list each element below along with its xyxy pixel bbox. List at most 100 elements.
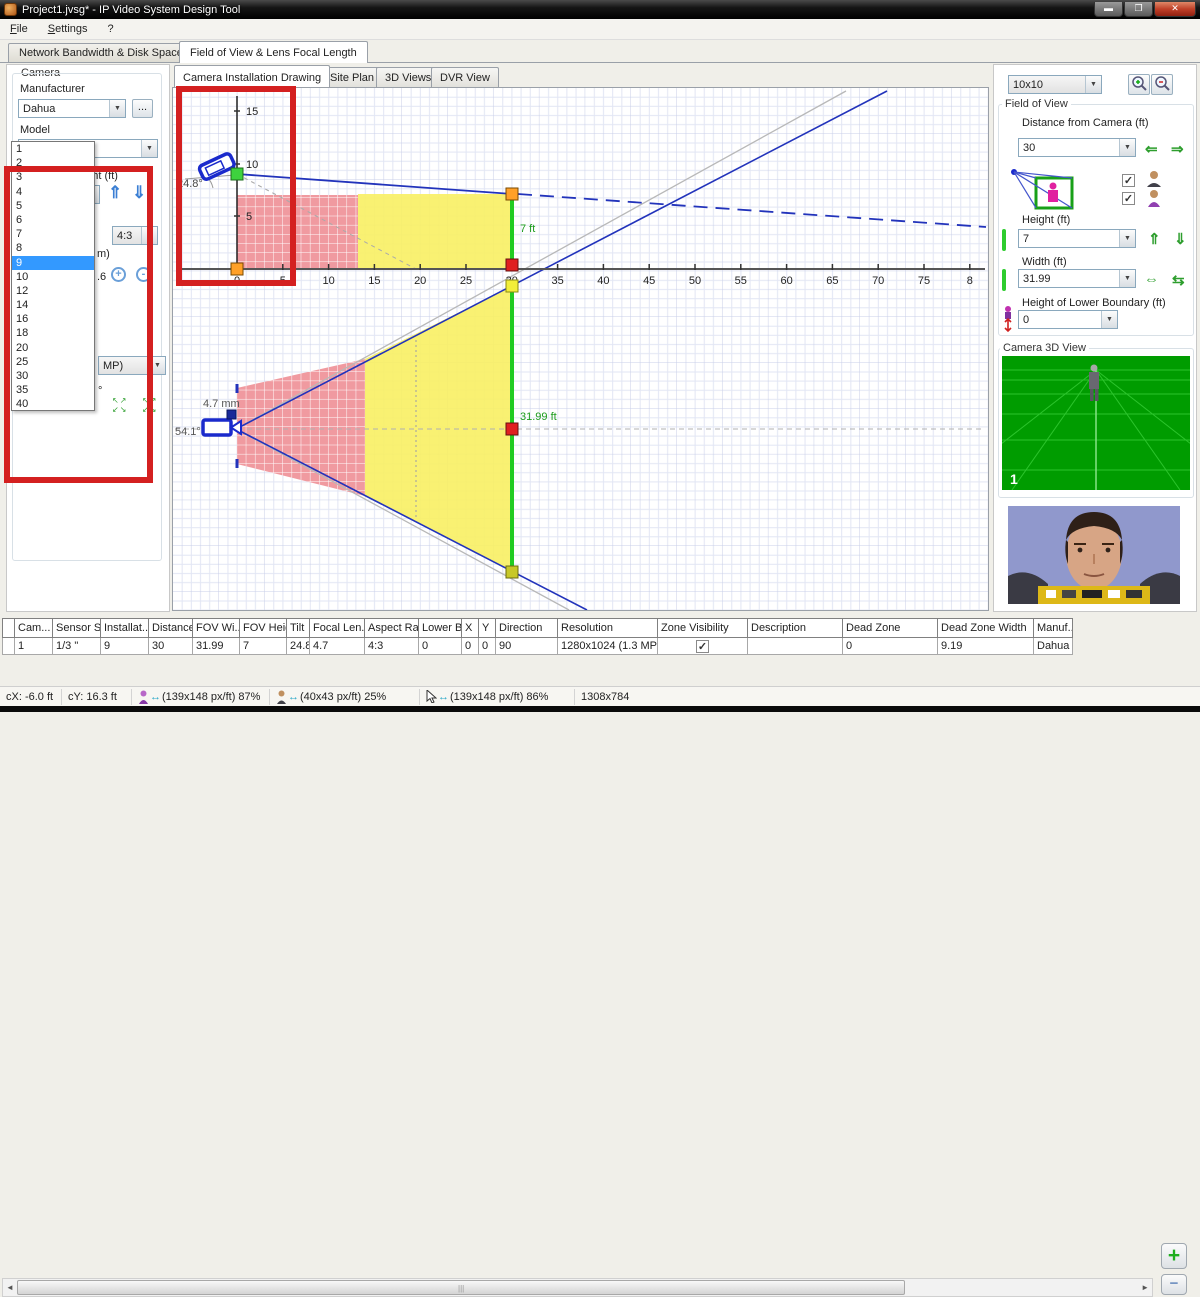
table-cell[interactable]: 0: [843, 638, 938, 655]
zoom-in-button[interactable]: [1128, 74, 1150, 95]
table-cell[interactable]: 31.99: [193, 638, 240, 655]
dropdown-option-9[interactable]: 9: [12, 256, 94, 270]
browse-manufacturer-button[interactable]: ...: [132, 99, 153, 118]
dropdown-option-35[interactable]: 35: [12, 383, 94, 397]
column-header-row-selector[interactable]: [3, 619, 15, 638]
menu-help[interactable]: ?: [98, 21, 124, 37]
dropdown-option-10[interactable]: 10: [12, 270, 94, 284]
table-cell[interactable]: 7: [240, 638, 287, 655]
dropdown-option-4[interactable]: 4: [12, 185, 94, 199]
column-header-Resolution[interactable]: Resolution: [558, 619, 658, 638]
dropdown-option-40[interactable]: 40: [12, 397, 94, 411]
show-woman-checkbox[interactable]: ✓: [1122, 192, 1135, 205]
dropdown-option-3[interactable]: 3: [12, 170, 94, 184]
table-cell[interactable]: [748, 638, 843, 655]
table-cell[interactable]: 1: [15, 638, 53, 655]
table-scrollbar[interactable]: ◄ ||| ►: [2, 1278, 1153, 1297]
grid-size-select[interactable]: 10x10▼: [1008, 75, 1102, 94]
camera-height-handle[interactable]: [231, 168, 243, 180]
dropdown-option-5[interactable]: 5: [12, 199, 94, 213]
table-cell[interactable]: 9: [101, 638, 149, 655]
column-header-Y[interactable]: Y: [479, 619, 496, 638]
dropdown-option-1[interactable]: 1: [12, 142, 94, 156]
column-header-Cam...[interactable]: Cam... ▲: [15, 619, 53, 638]
column-header-Dead Zone[interactable]: Dead Zone: [843, 619, 938, 638]
fov-width-select[interactable]: 31.99▼: [1018, 269, 1136, 288]
table-cell[interactable]: 0: [479, 638, 496, 655]
pan-arrows-icon[interactable]: ↖↗↙↘: [112, 396, 134, 414]
scrollbar-thumb[interactable]: |||: [17, 1280, 905, 1295]
side-top-handle[interactable]: [506, 188, 518, 200]
manufacturer-select[interactable]: Dahua▼: [18, 99, 126, 118]
table-cell[interactable]: 9.19: [938, 638, 1034, 655]
distance-decrease-button[interactable]: ⇐: [1145, 140, 1158, 158]
dropdown-option-8[interactable]: 8: [12, 241, 94, 255]
focal-handle[interactable]: [227, 410, 236, 419]
tab-site-plan[interactable]: Site Plan: [321, 67, 383, 87]
height-up-button[interactable]: ⇑: [108, 184, 122, 201]
dropdown-option-18[interactable]: 18: [12, 326, 94, 340]
table-cell[interactable]: 30: [149, 638, 193, 655]
remove-camera-button[interactable]: −: [1161, 1274, 1187, 1295]
table-cell[interactable]: 90: [496, 638, 558, 655]
close-button[interactable]: ✕: [1154, 2, 1196, 17]
dropdown-option-6[interactable]: 6: [12, 213, 94, 227]
column-header-Installat...[interactable]: Installat...: [101, 619, 149, 638]
table-cell[interactable]: 0: [419, 638, 462, 655]
side-bottom-handle[interactable]: [506, 259, 518, 271]
dropdown-option-16[interactable]: 16: [12, 312, 94, 326]
scroll-right-icon[interactable]: ►: [1141, 1283, 1149, 1292]
dropdown-option-12[interactable]: 12: [12, 284, 94, 298]
width-shrink-button[interactable]: ⇆: [1172, 271, 1185, 289]
table-cell[interactable]: 24.8: [287, 638, 310, 655]
lower-boundary-select[interactable]: 0▼: [1018, 310, 1118, 329]
scroll-left-icon[interactable]: ◄: [6, 1283, 14, 1292]
table-cell[interactable]: 4:3: [365, 638, 419, 655]
table-cell[interactable]: 0: [462, 638, 479, 655]
column-header-Description[interactable]: Description: [748, 619, 843, 638]
table-cell[interactable]: 1/3 ": [53, 638, 101, 655]
distance-select[interactable]: 30▼: [1018, 138, 1136, 157]
distance-increase-button[interactable]: ⇒: [1171, 140, 1184, 158]
table-cell[interactable]: Dahua: [1034, 638, 1073, 655]
dropdown-option-25[interactable]: 25: [12, 355, 94, 369]
tilt-arrows-icon[interactable]: ↖↗↙↘: [142, 396, 164, 414]
tab-field-of-view[interactable]: Field of View & Lens Focal Length: [179, 41, 368, 63]
column-header-Lower Bou...[interactable]: Lower Bou...: [419, 619, 462, 638]
height-down-button[interactable]: ⇓: [132, 184, 146, 201]
add-camera-button[interactable]: +: [1161, 1243, 1187, 1269]
width-expand-button[interactable]: ⇔: [1144, 271, 1159, 288]
tab-dvr-view[interactable]: DVR View: [431, 67, 499, 87]
plan-center-handle[interactable]: [506, 423, 518, 435]
fov-height-select[interactable]: 7▼: [1018, 229, 1136, 248]
tab-network-bandwidth[interactable]: Network Bandwidth & Disk Space: [8, 43, 194, 63]
resolution-select[interactable]: MP)▼: [98, 356, 166, 375]
focal-plus-button[interactable]: +: [111, 267, 126, 282]
column-header-Tilt[interactable]: Tilt: [287, 619, 310, 638]
install-height-list[interactable]: 12345678910121416182025303540: [11, 141, 95, 411]
dropdown-option-30[interactable]: 30: [12, 369, 94, 383]
focal-minus-button[interactable]: -: [136, 267, 151, 282]
menu-file[interactable]: File: [0, 21, 38, 37]
plan-top-handle[interactable]: [506, 280, 518, 292]
dropdown-option-20[interactable]: 20: [12, 341, 94, 355]
dropdown-option-7[interactable]: 7: [12, 227, 94, 241]
column-header-Manuf...[interactable]: Manuf...: [1034, 619, 1073, 638]
table-cell[interactable]: [3, 638, 15, 655]
minimize-button[interactable]: ▬: [1094, 2, 1123, 17]
table-cell[interactable]: 4.7: [310, 638, 365, 655]
installation-drawing-canvas[interactable]: 0510152025303540455055606570758 51015 7 …: [172, 87, 989, 611]
plan-bottom-handle[interactable]: [506, 566, 518, 578]
column-header-Aspect Ra...[interactable]: Aspect Ra...: [365, 619, 419, 638]
menu-settings[interactable]: Settings: [38, 21, 98, 37]
column-header-X[interactable]: X: [462, 619, 479, 638]
column-header-Sensor Si...[interactable]: Sensor Si...: [53, 619, 101, 638]
show-man-checkbox[interactable]: ✓: [1122, 174, 1135, 187]
dropdown-option-14[interactable]: 14: [12, 298, 94, 312]
dropdown-option-2[interactable]: 2: [12, 156, 94, 170]
maximize-button[interactable]: ❐: [1124, 2, 1153, 17]
column-header-Zone Visibility[interactable]: Zone Visibility: [658, 619, 748, 638]
zone-visibility-checkbox[interactable]: ✓: [696, 640, 709, 653]
camera-3d-view[interactable]: 1: [1002, 356, 1190, 490]
table-cell[interactable]: 1280x1024 (1.3 MP: [558, 638, 658, 655]
